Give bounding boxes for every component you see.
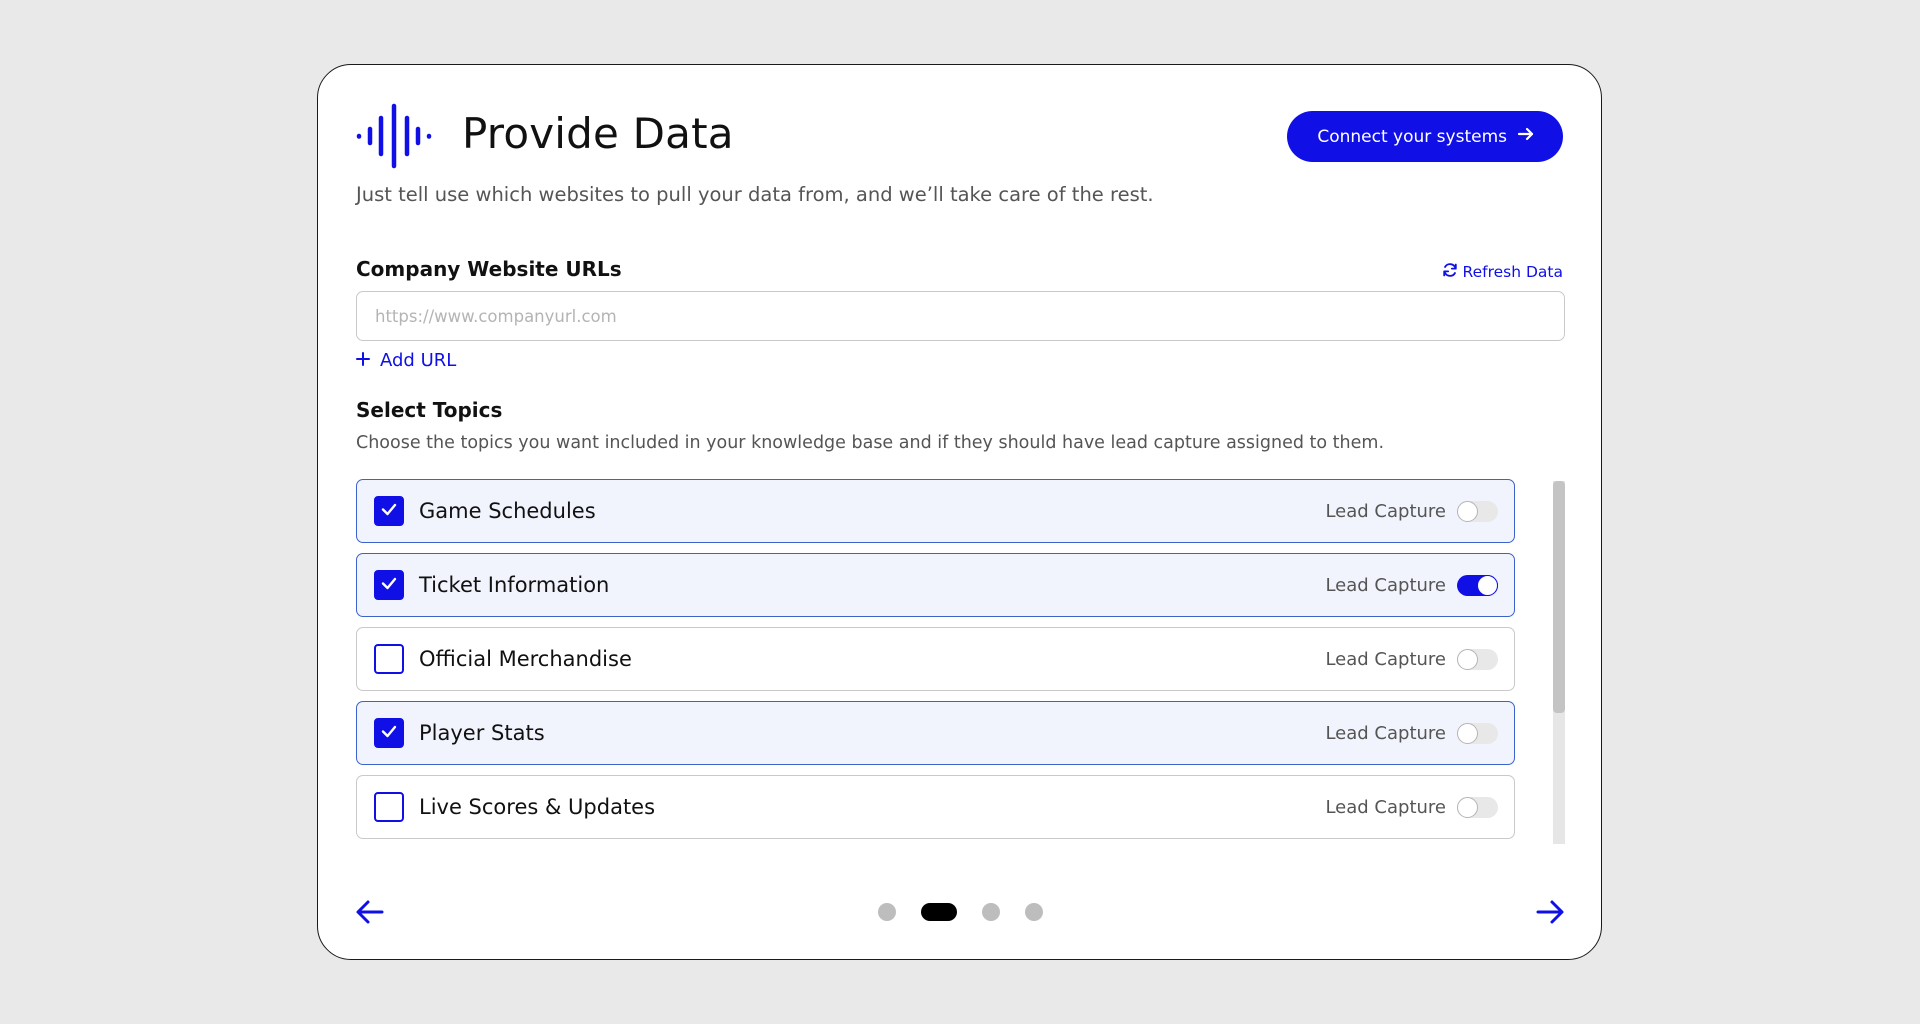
arrow-right-icon [1535, 900, 1565, 931]
checkmark-icon [379, 721, 399, 745]
page-title: Provide Data [462, 109, 734, 158]
arrow-right-icon [1517, 125, 1535, 148]
topic-checkbox[interactable] [374, 644, 404, 674]
lead-capture-toggle[interactable] [1457, 501, 1498, 522]
refresh-data-label: Refresh Data [1462, 263, 1563, 281]
company-url-input[interactable] [356, 291, 1565, 341]
lead-capture-label: Lead Capture [1325, 723, 1446, 744]
step-dot[interactable] [1025, 903, 1043, 921]
topic-checkbox[interactable] [374, 718, 404, 748]
topic-row[interactable]: Official Merchandise Lead Capture [356, 627, 1515, 691]
lead-capture-label: Lead Capture [1325, 797, 1446, 818]
step-dot[interactable] [982, 903, 1000, 921]
topic-row[interactable]: Ticket Information Lead Capture [356, 553, 1515, 617]
lead-capture-toggle[interactable] [1457, 575, 1498, 596]
scrollbar-thumb[interactable] [1553, 481, 1565, 713]
next-step-button[interactable] [1535, 897, 1565, 927]
page-subtitle: Just tell use which websites to pull you… [356, 183, 1154, 206]
soundwave-icon [356, 103, 436, 169]
lead-capture-toggle[interactable] [1457, 797, 1498, 818]
toggle-knob [1477, 575, 1498, 596]
checkmark-icon [379, 499, 399, 523]
select-topics-description: Choose the topics you want included in y… [356, 433, 1385, 453]
lead-capture-label: Lead Capture [1325, 575, 1446, 596]
lead-capture-toggle[interactable] [1457, 723, 1498, 744]
plus-icon [356, 350, 370, 371]
topic-row[interactable]: Live Scores & Updates Lead Capture [356, 775, 1515, 839]
toggle-knob [1457, 723, 1478, 744]
add-url-button[interactable]: Add URL [356, 350, 456, 371]
topics-scrollbar[interactable] [1553, 481, 1565, 844]
topic-label: Live Scores & Updates [419, 795, 656, 819]
topic-checkbox[interactable] [374, 792, 404, 822]
connect-systems-button[interactable]: Connect your systems [1287, 111, 1563, 162]
lead-capture-toggle[interactable] [1457, 649, 1498, 670]
topic-row[interactable]: Player Stats Lead Capture [356, 701, 1515, 765]
topic-label: Player Stats [419, 721, 545, 745]
step-dot-active[interactable] [921, 903, 957, 921]
lead-capture-label: Lead Capture [1325, 649, 1446, 670]
step-dot[interactable] [878, 903, 896, 921]
toggle-knob [1457, 797, 1478, 818]
connect-systems-label: Connect your systems [1317, 126, 1507, 147]
toggle-knob [1457, 649, 1478, 670]
company-urls-label: Company Website URLs [356, 257, 622, 281]
refresh-data-link[interactable]: Refresh Data [1442, 262, 1563, 282]
page-background: Provide Data Connect your systems Just t… [0, 0, 1920, 1024]
toggle-knob [1457, 501, 1478, 522]
step-indicator [318, 903, 1601, 921]
add-url-label: Add URL [380, 350, 457, 371]
checkmark-icon [379, 573, 399, 597]
select-topics-label: Select Topics [356, 398, 503, 422]
topic-label: Ticket Information [419, 573, 610, 597]
refresh-icon [1442, 262, 1458, 282]
topic-checkbox[interactable] [374, 570, 404, 600]
topic-checkbox[interactable] [374, 496, 404, 526]
topic-label: Game Schedules [419, 499, 596, 523]
provide-data-card: Provide Data Connect your systems Just t… [317, 64, 1602, 960]
topic-row[interactable]: Game Schedules Lead Capture [356, 479, 1515, 543]
topic-label: Official Merchandise [419, 647, 632, 671]
lead-capture-label: Lead Capture [1325, 501, 1446, 522]
